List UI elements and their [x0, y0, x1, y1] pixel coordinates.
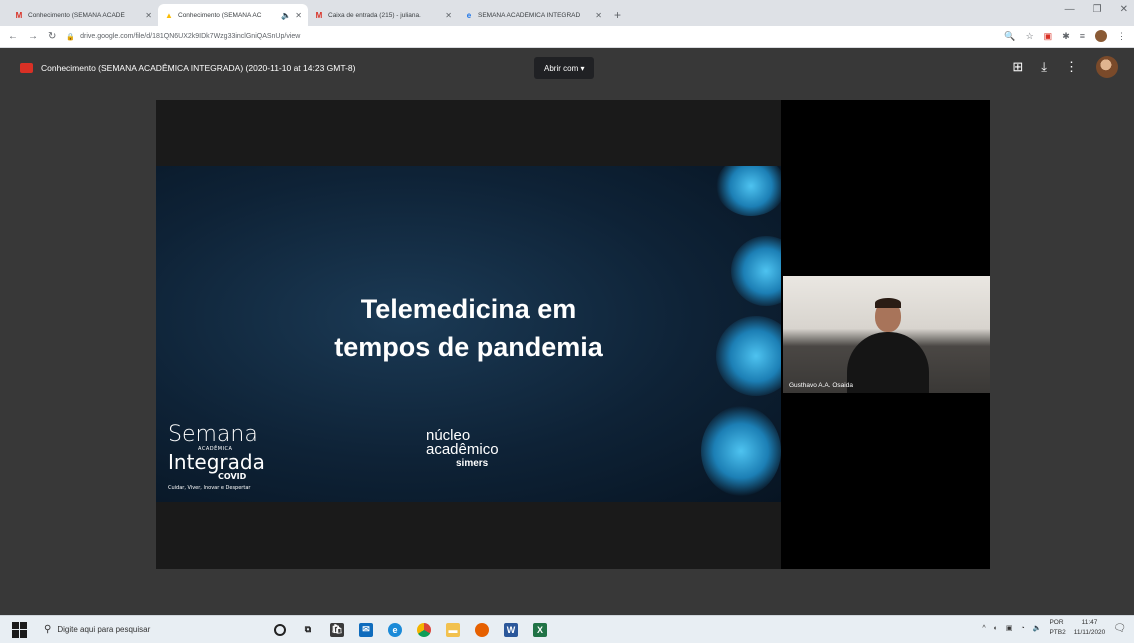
app-tray-icon[interactable]: ▣	[1006, 624, 1013, 632]
url-text: drive.google.com/file/d/181QN6UX2k9IDk7W…	[80, 33, 301, 40]
video-letterbox-top	[156, 100, 781, 166]
more-options-icon[interactable]: ⋮	[1065, 59, 1078, 75]
profile-avatar[interactable]	[1095, 30, 1107, 42]
store-icon[interactable]: 🛍	[330, 622, 344, 637]
logo-text: Integrada	[168, 450, 265, 474]
search-icon: ⚲	[44, 624, 52, 635]
account-avatar[interactable]	[1096, 56, 1118, 78]
tab-semana-academica[interactable]: e SEMANA ACADÊMICA INTEGRAD ✕	[458, 4, 608, 26]
download-icon[interactable]: ⤓	[1041, 59, 1047, 75]
zoom-icon[interactable]: 🔍	[1004, 31, 1015, 42]
open-with-button[interactable]: Abrir com ▾	[534, 57, 595, 79]
window-controls: — ❐ ✕	[1065, 4, 1128, 15]
virus-graphic	[716, 166, 781, 216]
participant-body	[847, 332, 929, 393]
logo-tagline: Cuidar, Viver, Inovar e Despertar	[168, 485, 251, 491]
logo-text: Semana	[168, 422, 258, 447]
lock-icon: 🔒	[66, 33, 76, 41]
reload-icon[interactable]: ↻	[48, 31, 56, 42]
video-file-icon	[20, 63, 33, 73]
drive-viewer: Conhecimento (SEMANA ACADÊMICA INTEGRADA…	[0, 48, 1134, 615]
notifications-icon[interactable]: 🗨	[1113, 623, 1126, 634]
new-tab-button[interactable]: +	[614, 4, 621, 26]
browser-tab-strip: M Conhecimento (SEMANA ACADÊ ✕ ▲ Conheci…	[0, 0, 1134, 26]
drive-icon: ▲	[165, 10, 173, 20]
close-icon[interactable]: ✕	[445, 11, 452, 20]
participant-camera: Gusthavo A.A. Osaida	[783, 276, 990, 393]
mail-icon[interactable]: ✉	[359, 622, 373, 637]
close-icon[interactable]: ✕	[595, 11, 602, 20]
tab-label: Caixa de entrada (215) - juliana.	[328, 11, 421, 19]
menu-icon[interactable]: ⋮	[1117, 31, 1126, 42]
logo-text: simers	[456, 458, 489, 469]
address-bar: ← → ↻ 🔒 drive.google.com/file/d/181QN6UX…	[0, 26, 1134, 48]
url-field[interactable]: 🔒 drive.google.com/file/d/181QN6UX2k9IDk…	[66, 33, 300, 41]
slide-title-line2: tempos de pandemia	[334, 332, 603, 362]
presentation-slide: Telemedicina em tempos de pandemia Seman…	[156, 166, 781, 502]
system-tray: ^ ◐ ▣ ◔ 🔈 POR PTB2 11:47 11/11/2020 🗨	[982, 618, 1126, 638]
slide-title: Telemedicina em tempos de pandemia	[156, 290, 781, 366]
audio-icon[interactable]: 🔈	[281, 11, 291, 20]
add-to-drive-icon[interactable]: ⊞	[1012, 59, 1023, 75]
tab-gmail-inbox[interactable]: M Caixa de entrada (215) - juliana. ✕	[308, 4, 458, 26]
event-icon: e	[466, 10, 472, 20]
minimize-icon[interactable]: —	[1065, 4, 1075, 15]
close-window-icon[interactable]: ✕	[1120, 4, 1128, 15]
forward-icon[interactable]: →	[28, 31, 38, 42]
virus-graphic	[701, 406, 781, 496]
edge-icon[interactable]: e	[388, 622, 402, 637]
tab-gmail-conhecimento[interactable]: M Conhecimento (SEMANA ACADÊ ✕	[8, 4, 158, 26]
puzzle-icon[interactable]: ✱	[1062, 31, 1070, 42]
chrome-icon[interactable]	[417, 622, 431, 637]
back-icon[interactable]: ←	[8, 31, 18, 42]
video-player[interactable]: Telemedicina em tempos de pandemia Seman…	[156, 100, 990, 569]
playlist-icon[interactable]: ≡	[1080, 31, 1085, 41]
gmail-icon: M	[15, 10, 23, 20]
participant-name: Gusthavo A.A. Osaida	[789, 382, 853, 389]
taskbar-search[interactable]: ⚲ Digite aqui para pesquisar	[44, 618, 234, 642]
close-icon[interactable]: ✕	[145, 11, 152, 20]
excel-icon[interactable]: X	[533, 622, 547, 637]
slide-title-line1: Telemedicina em	[360, 294, 577, 324]
language-text: POR	[1049, 619, 1064, 626]
tab-label: Conhecimento (SEMANA ACADÊ	[28, 11, 125, 19]
language-indicator[interactable]: POR PTB2	[1049, 618, 1065, 638]
network-icon[interactable]: ◐	[994, 625, 998, 632]
windows-start-icon[interactable]	[12, 621, 28, 638]
close-icon[interactable]: ✕	[295, 11, 302, 20]
volume-icon[interactable]: 🔈	[1033, 624, 1042, 632]
star-icon[interactable]: ☆	[1026, 31, 1034, 42]
word-icon[interactable]: W	[504, 622, 518, 637]
wifi-icon[interactable]: ◔	[1021, 625, 1025, 632]
nucleo-academico-logo: núcleo acadêmico simers	[426, 428, 499, 471]
pinned-apps: ⧉ 🛍 ✉ e ▬ W X	[274, 622, 547, 637]
windows-taskbar: ⚲ Digite aqui para pesquisar ⧉ 🛍 ✉ e ▬ W…	[0, 615, 1134, 643]
restore-icon[interactable]: ❐	[1093, 4, 1102, 15]
clock-time: 11:47	[1081, 619, 1098, 626]
task-view-icon[interactable]: ⧉	[301, 623, 315, 637]
participant-hair	[875, 298, 901, 308]
clock-date: 11/11/2020	[1073, 629, 1106, 636]
viewer-actions: ⊞ ⤓ ⋮	[1012, 56, 1118, 78]
tab-label: Conhecimento (SEMANA AC	[178, 11, 262, 19]
clock[interactable]: 11:47 11/11/2020	[1074, 618, 1106, 638]
firefox-icon[interactable]	[475, 622, 489, 637]
viewer-header: Conhecimento (SEMANA ACADÊMICA INTEGRADA…	[0, 48, 1134, 88]
extension-icons: 🔍 ☆ ▣ ✱ ≡ ⋮	[1004, 30, 1126, 42]
chevron-up-icon[interactable]: ^	[982, 625, 985, 632]
language-variant: PTB2	[1049, 629, 1066, 636]
tab-label: SEMANA ACADÊMICA INTEGRAD	[478, 11, 581, 19]
file-title: Conhecimento (SEMANA ACADÊMICA INTEGRADA…	[41, 63, 356, 73]
gmail-icon: M	[315, 10, 323, 20]
video-letterbox-bottom	[156, 502, 781, 569]
search-placeholder: Digite aqui para pesquisar	[57, 625, 151, 634]
logo-text: acadêmico	[426, 441, 499, 458]
cortana-icon[interactable]	[274, 623, 286, 636]
file-explorer-icon[interactable]: ▬	[446, 622, 460, 637]
extension-red-icon[interactable]: ▣	[1044, 31, 1053, 42]
semana-academica-logo: Semana ACADÊMICA Integrada COVID Cuidar,…	[168, 422, 265, 492]
tab-drive-conhecimento[interactable]: ▲ Conhecimento (SEMANA AC 🔈 ✕	[158, 4, 308, 26]
